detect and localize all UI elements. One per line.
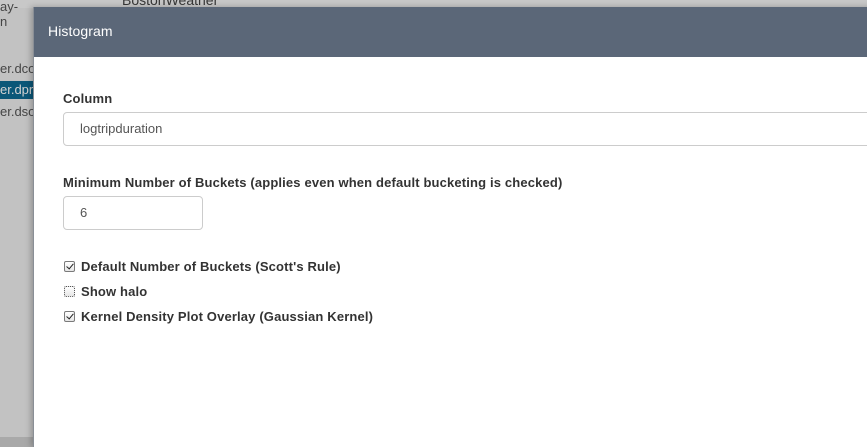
default-buckets-label: Default Number of Buckets (Scott's Rule) [81,258,341,274]
dialog-header: Histogram [34,7,867,57]
default-buckets-option[interactable]: Default Number of Buckets (Scott's Rule) [64,258,341,274]
column-input[interactable]: logtripduration [63,112,867,146]
histogram-dialog: Histogram Column logtripduration Minimum… [33,7,867,447]
show-halo-label: Show halo [81,283,148,299]
show-halo-option[interactable]: Show halo [64,283,147,299]
default-buckets-checkbox[interactable] [64,260,75,272]
show-halo-checkbox[interactable] [64,285,75,297]
min-buckets-input[interactable]: 6 [63,196,203,230]
kde-overlay-label: Kernel Density Plot Overlay (Gaussian Ke… [81,308,374,324]
kde-overlay-option[interactable]: Kernel Density Plot Overlay (Gaussian Ke… [64,308,373,324]
kde-overlay-checkbox[interactable] [64,310,75,322]
min-buckets-label: Minimum Number of Buckets (applies even … [63,175,563,190]
dialog-title: Histogram [48,23,113,39]
column-label: Column [63,91,113,106]
